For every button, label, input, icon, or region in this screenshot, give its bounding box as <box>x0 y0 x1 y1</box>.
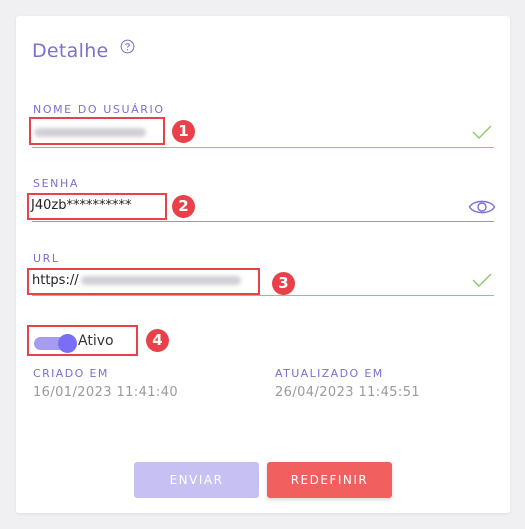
created-label: CRIADO EM <box>33 367 109 380</box>
annotation-badge-2: 2 <box>172 195 195 218</box>
check-icon <box>472 125 492 139</box>
annotation-box-2 <box>27 193 167 220</box>
annotation-box-3 <box>27 268 260 295</box>
url-underline <box>32 295 494 296</box>
updated-label: ATUALIZADO EM <box>275 367 384 380</box>
annotation-box-1 <box>29 117 165 145</box>
username-underline <box>32 147 494 148</box>
password-label: SENHA <box>33 177 79 190</box>
annotation-badge-3: 3 <box>272 272 295 295</box>
updated-value: 26/04/2023 11:45:51 <box>275 385 421 400</box>
annotation-badge-4: 4 <box>146 329 169 352</box>
help-circle-icon[interactable] <box>120 39 135 54</box>
page-title: Detalhe <box>32 40 109 62</box>
annotation-box-4 <box>27 325 138 356</box>
annotation-badge-1: 1 <box>172 120 195 143</box>
url-label: URL <box>33 252 60 265</box>
detail-card: Detalhe NOME DO USUÁRIO 1 SENHA J40zb***… <box>16 16 510 513</box>
created-value: 16/01/2023 11:41:40 <box>33 385 179 400</box>
send-button[interactable]: ENVIAR <box>134 462 259 498</box>
username-label: NOME DO USUÁRIO <box>33 103 165 116</box>
password-underline <box>32 221 494 222</box>
eye-icon[interactable] <box>468 198 496 216</box>
reset-button[interactable]: REDEFINIR <box>267 462 392 498</box>
check-icon <box>472 273 492 287</box>
